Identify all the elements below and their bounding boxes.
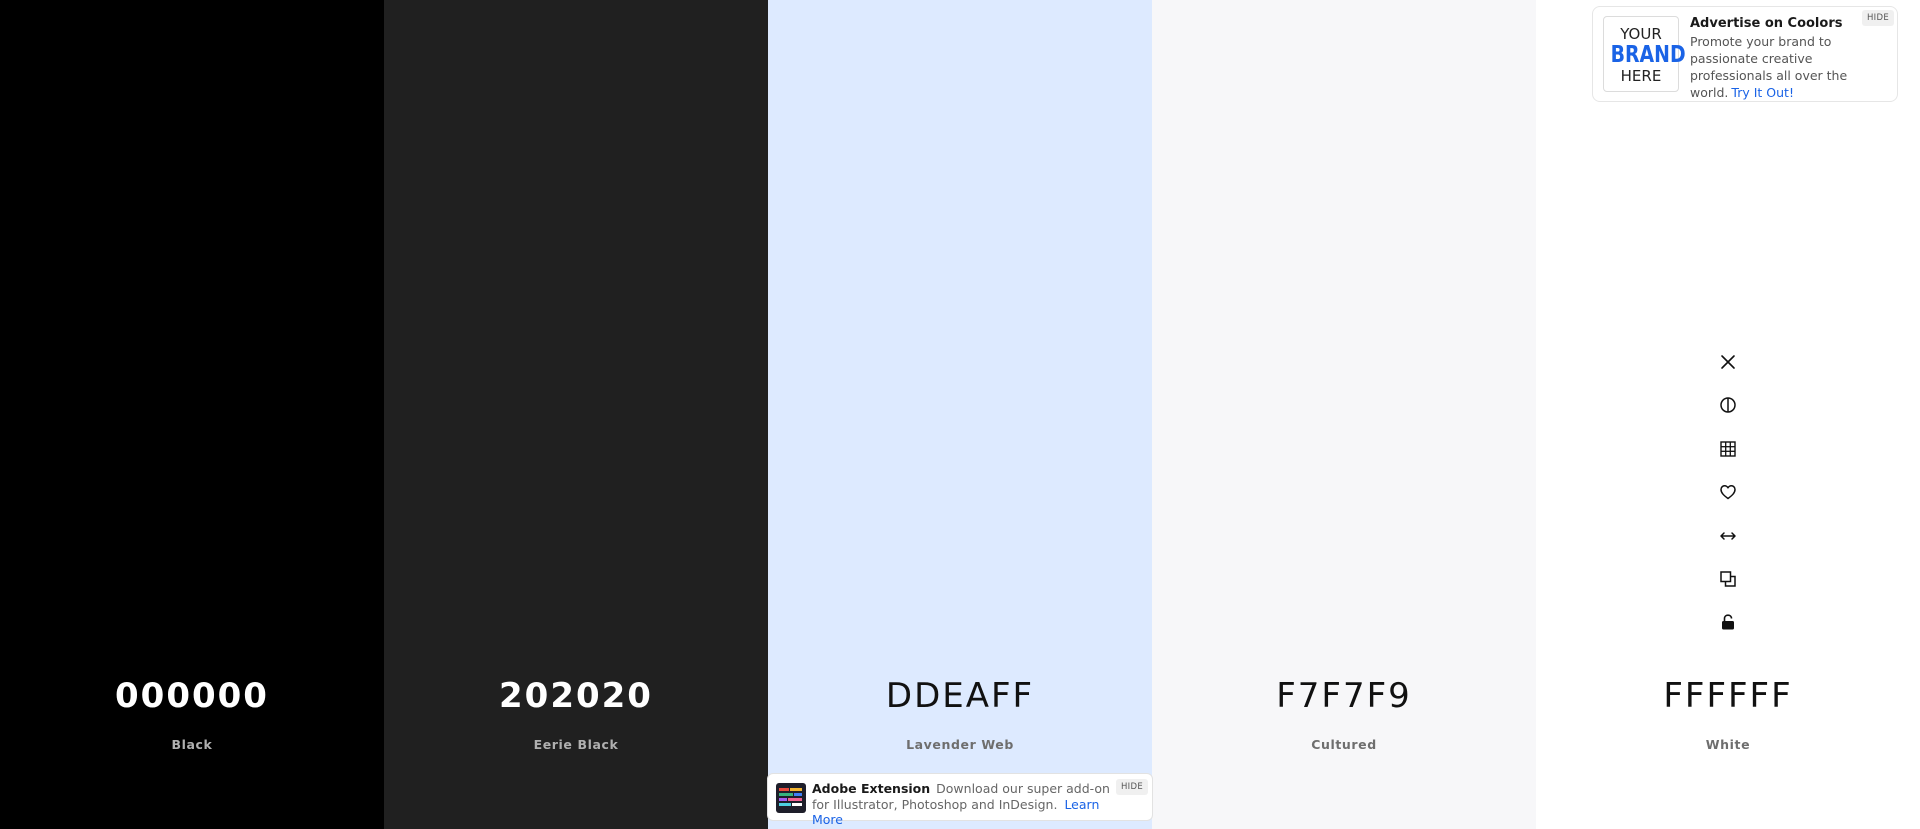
extension-title: Adobe Extension	[812, 781, 931, 796]
palette: 000000 Black 202020 Eerie Black DDEAFF L…	[0, 0, 1920, 829]
grid-view-button[interactable]	[1712, 433, 1744, 465]
color-swatch-black[interactable]: 000000 Black	[0, 0, 384, 829]
hex-code[interactable]: DDEAFF	[768, 676, 1152, 716]
logo-text-line2: BRAND	[1610, 42, 1686, 68]
heart-icon	[1720, 485, 1736, 500]
hex-code[interactable]: F7F7F9	[1152, 676, 1536, 716]
brand-logo-placeholder: YOUR BRAND HERE	[1603, 16, 1686, 92]
logo-text-line3: HERE	[1620, 67, 1662, 85]
adobe-extension-icon	[776, 783, 806, 813]
color-name[interactable]: Cultured	[1152, 737, 1536, 752]
color-name[interactable]: Black	[0, 737, 384, 752]
copy-icon	[1720, 571, 1736, 587]
extension-text: Adobe Extension Download our super add-on…	[812, 781, 1112, 828]
logo-text-line1: YOUR	[1620, 25, 1662, 43]
view-shades-button[interactable]	[1712, 389, 1744, 421]
color-swatch-cultured[interactable]: F7F7F9 Cultured	[1152, 0, 1536, 829]
shades-icon	[1720, 397, 1736, 414]
drag-horizontal-icon	[1720, 531, 1736, 540]
remove-color-button[interactable]	[1712, 346, 1744, 378]
hex-code[interactable]: 202020	[384, 676, 768, 716]
close-icon	[1721, 355, 1735, 369]
color-swatch-lavender-web[interactable]: DDEAFF Lavender Web	[768, 0, 1152, 829]
color-swatch-eerie-black[interactable]: 202020 Eerie Black	[384, 0, 768, 829]
lock-icon	[1722, 614, 1734, 630]
hex-code[interactable]: 000000	[0, 676, 384, 716]
drag-button[interactable]	[1712, 520, 1744, 552]
copy-hex-button[interactable]	[1712, 563, 1744, 595]
lock-color-button[interactable]	[1712, 606, 1744, 638]
grid-icon	[1720, 441, 1736, 457]
advertise-card[interactable]: YOUR BRAND HERE Advertise on Coolors Pro…	[1592, 6, 1898, 102]
adobe-extension-banner[interactable]: Adobe Extension Download our super add-on…	[767, 773, 1153, 827]
ad-body: Promote your brand to passionate creativ…	[1690, 33, 1890, 101]
swatch-toolbar	[1712, 346, 1744, 650]
color-name[interactable]: Eerie Black	[384, 737, 768, 752]
hide-ad-button[interactable]: HIDE	[1861, 10, 1894, 26]
color-name[interactable]: Lavender Web	[768, 737, 1152, 752]
ad-title: Advertise on Coolors	[1690, 16, 1843, 31]
hex-code[interactable]: FFFFFF	[1536, 676, 1920, 716]
save-color-button[interactable]	[1712, 476, 1744, 508]
hide-extension-button[interactable]: HIDE	[1115, 779, 1148, 795]
color-name[interactable]: White	[1536, 737, 1920, 752]
try-it-out-link[interactable]: Try It Out!	[1731, 85, 1794, 100]
